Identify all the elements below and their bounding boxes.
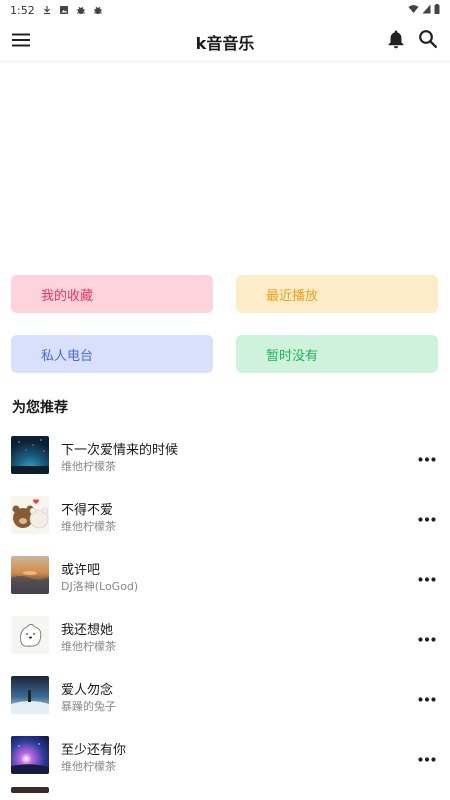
banner-area [0,63,450,263]
app-bar: k音音乐 [0,20,450,62]
song-artist: 维他柠檬茶 [61,760,116,773]
song-row[interactable]: 下一次爱情来的时候 维他柠檬茶 [0,427,450,487]
album-cover [11,676,49,714]
song-list: 下一次爱情来的时候 维他柠檬茶 不得不爱 维他柠檬茶 或许吧 DJ洛神(LoGo… [0,427,450,793]
personal-radio-button[interactable]: 私人电台 [11,335,213,373]
status-time: 1:52 [10,3,35,17]
song-artist: 维他柠檬茶 [61,640,116,653]
bell-icon [387,29,405,53]
status-left: 1:52 [10,4,103,17]
more-options-button[interactable] [415,689,439,703]
none-yet-button[interactable]: 暂时没有 [236,335,438,373]
status-bar: 1:52 [0,0,450,20]
bug-icon [76,5,86,15]
album-cover [11,496,49,534]
album-cover [11,616,49,654]
search-button[interactable] [416,29,440,53]
more-options-button[interactable] [415,509,439,523]
song-title: 下一次爱情来的时候 [61,443,179,458]
song-title: 不得不爱 [61,503,114,518]
song-row-partial[interactable] [0,787,450,793]
song-row[interactable]: 不得不爱 维他柠檬茶 [0,487,450,547]
more-horizontal-icon [418,747,436,766]
song-row[interactable]: 爱人勿念 暴躁的兔子 [0,667,450,727]
more-horizontal-icon [418,687,436,706]
song-title: 至少还有你 [61,743,127,758]
search-icon [418,29,438,53]
song-artist: DJ洛神(LoGod) [61,580,139,593]
song-artist: 暴躁的兔子 [61,700,116,713]
more-horizontal-icon [418,567,436,586]
album-cover [11,787,49,793]
more-options-button[interactable] [415,749,439,763]
song-artist: 维他柠檬茶 [61,460,116,473]
song-title: 我还想她 [61,623,114,638]
album-cover [11,736,49,774]
song-artist: 维他柠檬茶 [61,520,116,533]
download-icon [42,5,52,15]
my-favorites-button[interactable]: 我的收藏 [11,275,213,313]
song-row[interactable]: 或许吧 DJ洛神(LoGod) [0,547,450,607]
status-right [408,3,440,17]
song-row[interactable]: 我还想她 维他柠檬茶 [0,607,450,667]
notifications-button[interactable] [384,29,408,53]
photo-icon [59,5,69,15]
song-title: 爱人勿念 [61,683,114,698]
album-cover [11,436,49,474]
recently-played-button[interactable]: 最近播放 [236,275,438,313]
more-horizontal-icon [418,507,436,526]
more-options-button[interactable] [415,569,439,583]
battery-icon [434,3,440,17]
song-row[interactable]: 至少还有你 维他柠檬茶 [0,727,450,787]
app-title: k音音乐 [195,34,255,53]
song-title: 或许吧 [61,563,101,578]
more-options-button[interactable] [415,629,439,643]
signal-icon [422,4,431,17]
more-horizontal-icon [418,447,436,466]
more-options-button[interactable] [415,449,439,463]
wifi-icon [408,4,419,17]
recommend-section-title: 为您推荐 [12,400,68,416]
more-horizontal-icon [418,627,436,646]
album-cover [11,556,49,594]
bug-icon [93,5,103,15]
